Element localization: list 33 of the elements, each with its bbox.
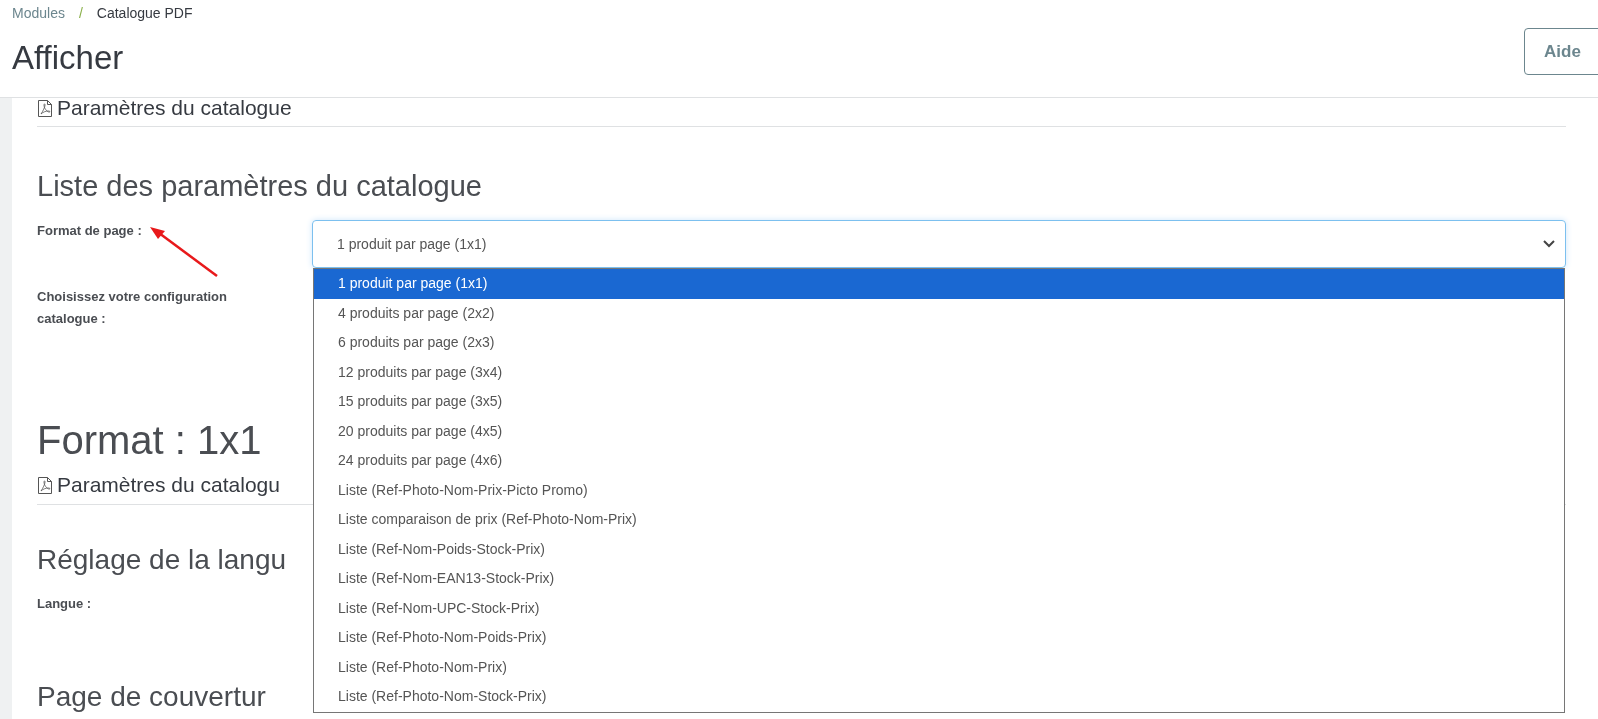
section-subheading: Paramètres du catalogue: [57, 98, 292, 121]
section-subheading: Paramètres du catalogu: [57, 472, 280, 498]
dropdown-option[interactable]: 15 produits par page (3x5): [314, 387, 1564, 417]
dropdown-option[interactable]: Liste comparaison de prix (Ref-Photo-Nom-Prix): [314, 505, 1564, 535]
field-label: Choisissez votre configuration catalogue :: [37, 288, 228, 328]
dropdown-option[interactable]: 12 produits par page (3x4): [314, 357, 1564, 387]
dropdown-option[interactable]: 4 produits par page (2x2): [314, 298, 1564, 328]
pdf-icon: [37, 476, 53, 494]
section-heading: Réglage de la langu: [37, 543, 287, 577]
dropdown-option[interactable]: 1 produit par page (1x1): [314, 269, 1564, 299]
section-heading: Liste des paramètres du catalogue: [37, 169, 482, 204]
pdf-icon: [37, 99, 53, 117]
section-heading: Page de couvertur: [37, 680, 266, 714]
dropdown-option[interactable]: Liste (Ref-Nom-UPC-Stock-Prix): [314, 593, 1564, 623]
dropdown-option[interactable]: Liste (Ref-Nom-Poids-Stock-Prix): [314, 534, 1564, 564]
page-title: Afficher: [12, 38, 125, 78]
format-select[interactable]: 1 produit par page (1x1): [312, 220, 1566, 268]
dropdown-option[interactable]: 20 produits par page (4x5): [314, 416, 1564, 446]
format-heading: Format : 1x1: [37, 417, 262, 464]
dropdown-option[interactable]: Liste (Ref-Photo-Nom-Stock-Prix): [314, 682, 1564, 712]
dropdown-option[interactable]: Liste (Ref-Photo-Nom-Prix-Picto Promo): [314, 475, 1564, 505]
breadcrumb-separator: /: [78, 4, 83, 22]
dropdown-option[interactable]: Liste (Ref-Photo-Nom-Prix): [314, 652, 1564, 682]
help-button[interactable]: Aide: [1524, 28, 1598, 75]
field-label: Format de page :: [37, 222, 142, 240]
breadcrumb-item: Catalogue PDF: [96, 4, 193, 22]
breadcrumb-item[interactable]: Modules: [12, 4, 65, 22]
dropdown-option[interactable]: 6 produits par page (2x3): [314, 328, 1564, 358]
dropdown-option[interactable]: Liste (Ref-Nom-EAN13-Stock-Prix): [314, 564, 1564, 594]
dropdown-option[interactable]: Liste (Ref-Photo-Nom-Poids-Prix): [314, 623, 1564, 653]
chevron-down-icon: [1543, 240, 1555, 248]
dropdown-option[interactable]: 24 produits par page (4x6): [314, 446, 1564, 476]
field-label: Langue :: [37, 595, 92, 613]
